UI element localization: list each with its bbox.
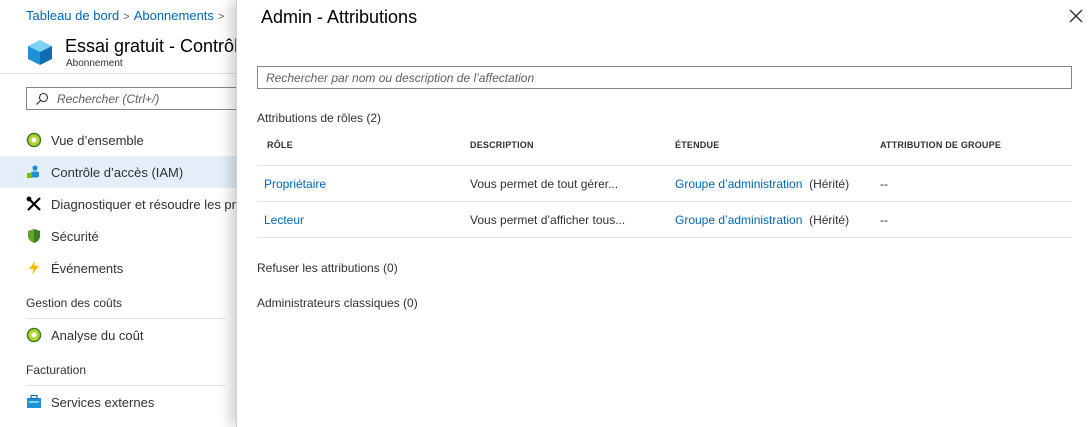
lightning-icon [26, 260, 42, 276]
subscription-blade: Tableau de bord > Abonnements > Essai gratu… [0, 0, 240, 427]
deny-assignments-heading[interactable]: Refuser les attributions (0) [257, 261, 398, 275]
group-assignment-value: -- [880, 177, 888, 191]
cost-analysis-icon [26, 327, 42, 343]
section-billing: Facturation [26, 363, 87, 377]
table-row: Lecteur Vous permet d’afficher tous... G… [257, 202, 1072, 238]
sidebar-item-label: Sécurité [51, 228, 99, 244]
column-header-description: DESCRIPTION [470, 140, 534, 150]
group-assignment-value: -- [880, 213, 888, 227]
scope-link[interactable]: Groupe d’administration [675, 213, 802, 227]
shield-icon [26, 228, 42, 244]
section-cost-management: Gestion des coûts [26, 296, 123, 310]
sidebar-item-security[interactable]: Sécurité [0, 220, 239, 252]
role-description: Vous permet d’afficher tous... [470, 213, 626, 227]
sidebar-item-iam[interactable]: Contrôle d’accès (IAM) [0, 156, 239, 188]
left-search-input[interactable]: Rechercher (Ctrl+/) [26, 87, 239, 110]
breadcrumb: Tableau de bord > Abonnements > [26, 8, 228, 23]
header-divider [0, 73, 239, 74]
sidebar-item-label: Événements [51, 260, 124, 276]
classic-administrators-heading[interactable]: Administrateurs classiques (0) [257, 296, 418, 310]
breadcrumb-subscriptions[interactable]: Abonnements [134, 8, 214, 23]
iam-icon [26, 164, 42, 180]
assignments-panel: Admin - Attributions Rechercher par nom … [236, 0, 1092, 427]
sidebar-item-label: Services externes [51, 394, 155, 410]
resource-title: Essai gratuit - Contrôle d’accès (IAM) [65, 36, 239, 56]
inherited-label: (Hérité) [809, 213, 850, 227]
external-services-icon [26, 394, 42, 410]
column-header-scope: ÉTENDUE [675, 140, 720, 150]
tools-icon [26, 196, 42, 212]
role-assignments-table: RÔLE DESCRIPTION ÉTENDUE ATTRIBUTION DE … [257, 130, 1072, 238]
sidebar-item-external-services[interactable]: Services externes [0, 386, 239, 418]
close-icon[interactable] [1068, 8, 1084, 24]
sidebar-item-overview[interactable]: Vue d’ensemble [0, 124, 239, 156]
left-search-placeholder: Rechercher (Ctrl+/) [57, 92, 160, 106]
sidebar-item-events[interactable]: Événements [0, 252, 239, 284]
role-description: Vous permet de tout gérer... [470, 177, 619, 191]
inherited-label: (Hérité) [809, 177, 850, 191]
scope-cell: Groupe d’administration (Hérité) [675, 177, 849, 191]
breadcrumb-separator: > [217, 11, 225, 23]
column-header-group-assignment: ATTRIBUTION DE GROUPE [880, 140, 1002, 150]
assignment-search-placeholder: Rechercher par nom ou description de l’a… [266, 71, 535, 85]
role-link[interactable]: Lecteur [264, 213, 304, 227]
resource-subtitle: Abonnement [66, 58, 123, 69]
column-header-role: RÔLE [267, 140, 293, 150]
sidebar-item-label: Contrôle d’accès (IAM) [51, 164, 184, 180]
subscription-cube-icon [28, 40, 52, 65]
sidebar-item-cost-analysis[interactable]: Analyse du coût [0, 319, 239, 351]
scope-cell: Groupe d’administration (Hérité) [675, 213, 849, 227]
assignment-search-input[interactable]: Rechercher par nom ou description de l’a… [257, 66, 1072, 89]
sidebar-item-label: Analyse du coût [51, 327, 144, 343]
sidebar-item-label: Vue d’ensemble [51, 132, 144, 148]
table-header: RÔLE DESCRIPTION ÉTENDUE ATTRIBUTION DE … [257, 130, 1072, 166]
sidebar-nav: Vue d’ensemble Contrôle d’accès (IAM) Di… [0, 124, 239, 418]
table-row: Propriétaire Vous permet de tout gérer..… [257, 166, 1072, 202]
role-assignments-heading: Attributions de rôles (2) [257, 111, 382, 125]
scope-link[interactable]: Groupe d’administration [675, 177, 802, 191]
overview-icon [26, 132, 42, 148]
search-icon [36, 92, 49, 105]
panel-title: Admin - Attributions [261, 7, 418, 27]
sidebar-item-diagnose[interactable]: Diagnostiquer et résoudre les problèmes [0, 188, 239, 220]
breadcrumb-separator: > [123, 11, 130, 23]
breadcrumb-dashboard[interactable]: Tableau de bord [26, 8, 119, 23]
role-link[interactable]: Propriétaire [264, 177, 326, 191]
sidebar-item-label: Diagnostiquer et résoudre les problèmes [51, 196, 239, 212]
